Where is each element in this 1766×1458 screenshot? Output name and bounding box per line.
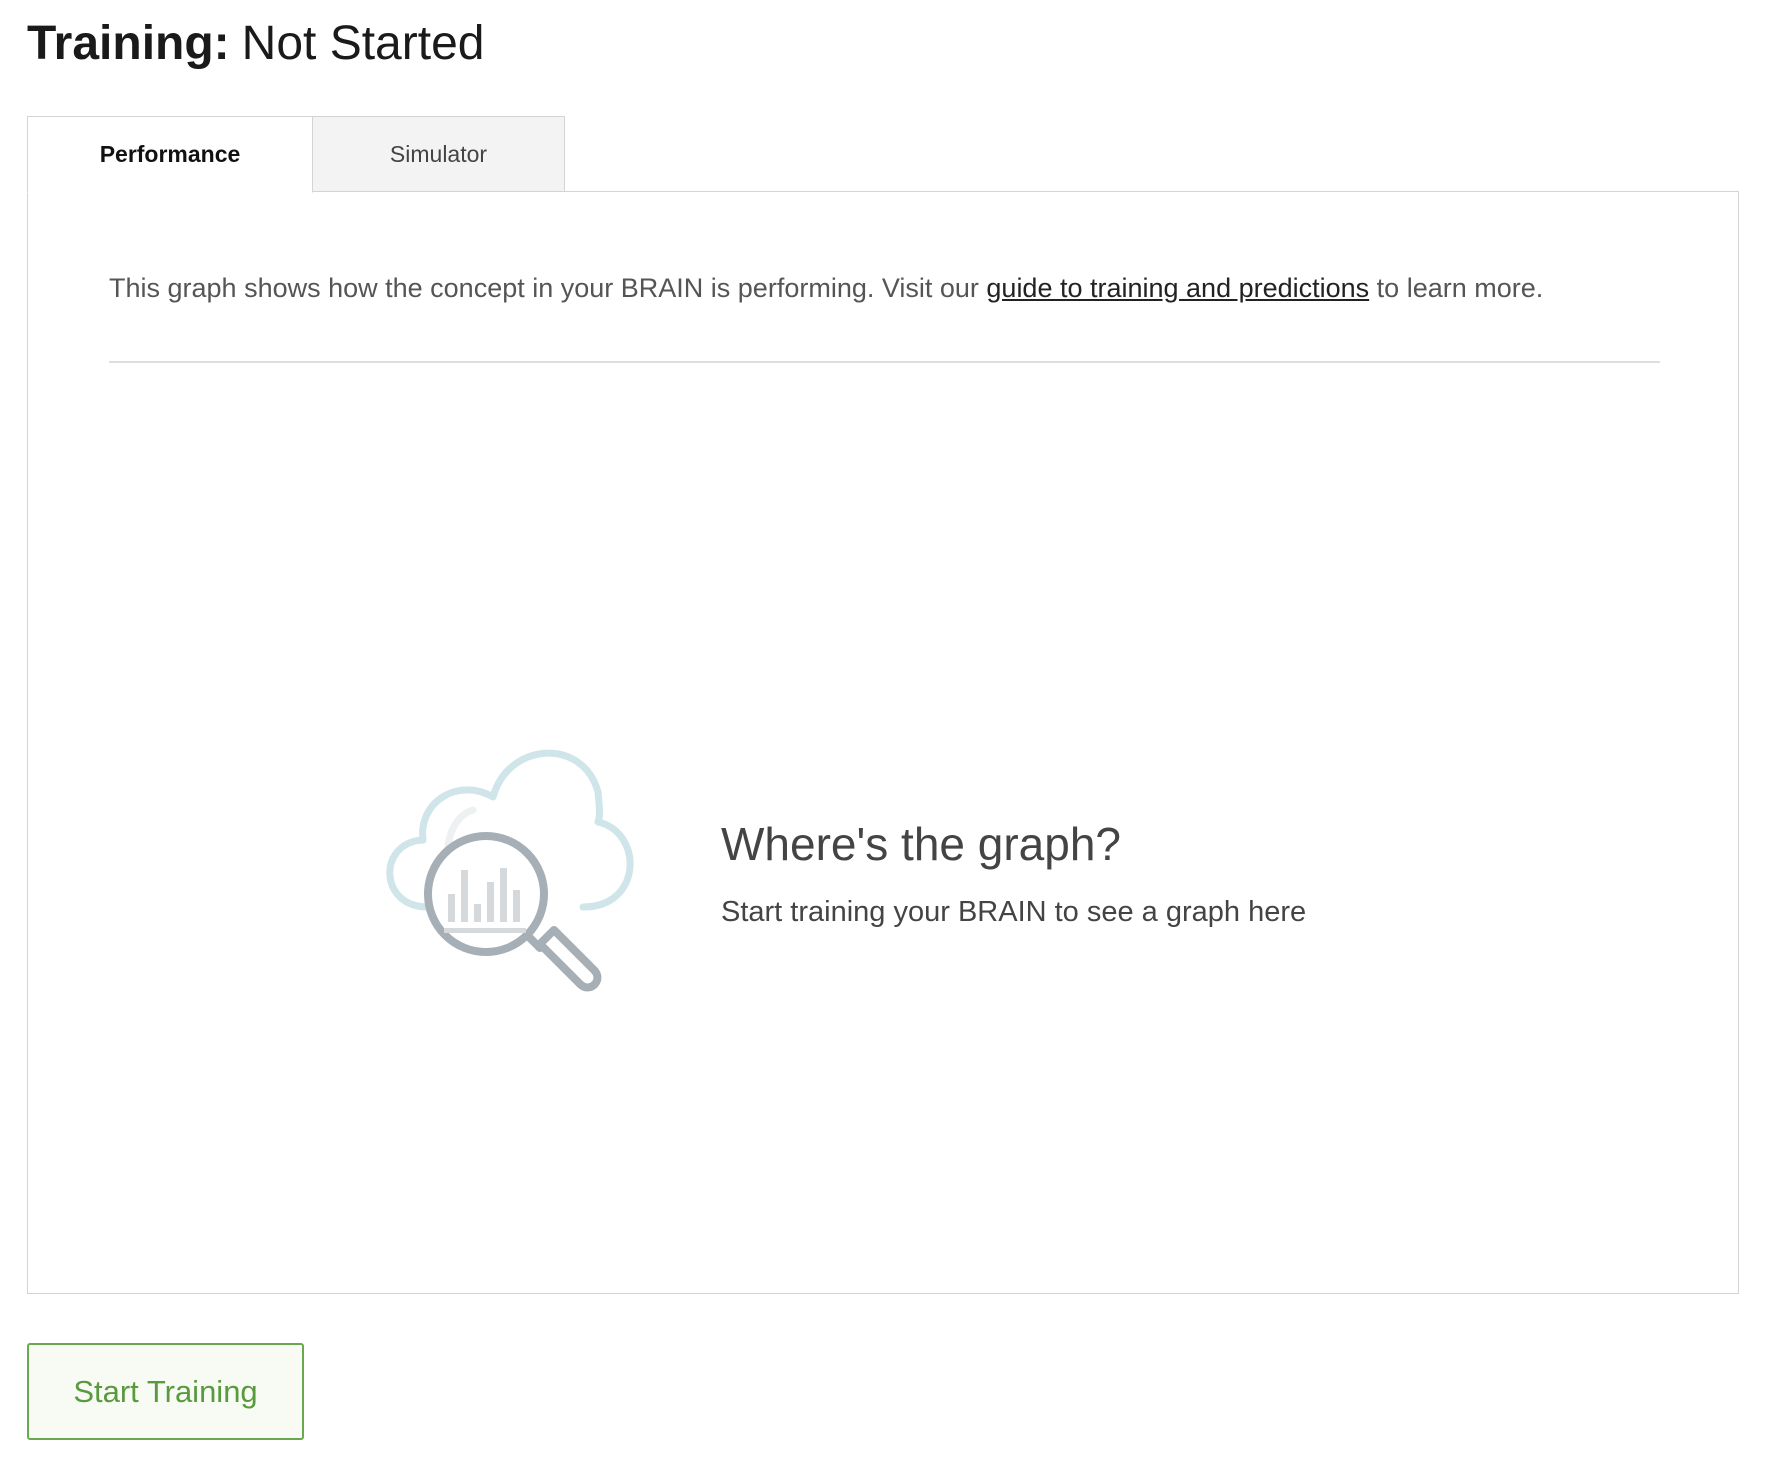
tab-performance[interactable]: Performance — [27, 116, 313, 193]
divider — [109, 361, 1660, 363]
cloud-magnifier-chart-icon — [386, 749, 634, 992]
empty-state-subtitle: Start training your BRAIN to see a graph… — [721, 896, 1307, 928]
chart-baseline — [444, 928, 526, 933]
training-page: Training: Not Started Performance Simulat… — [0, 0, 1766, 1458]
empty-state-title: Where's the graph? — [721, 818, 1122, 870]
tab-bar: Performance Simulator — [27, 116, 565, 193]
start-training-button[interactable]: Start Training — [27, 1343, 304, 1440]
intro-text: This graph shows how the concept in your… — [109, 270, 1669, 306]
title-label: Training: — [27, 17, 230, 70]
training-status: Not Started — [241, 17, 485, 70]
performance-panel: This graph shows how the concept in your… — [27, 191, 1739, 1294]
magnifier-handle — [536, 926, 602, 992]
tab-simulator[interactable]: Simulator — [313, 116, 565, 192]
intro-text-start: This graph shows how the concept in your… — [109, 273, 987, 303]
training-guide-link[interactable]: guide to training and predictions — [986, 273, 1369, 303]
page-title: Training: Not Started — [27, 14, 484, 74]
intro-text-end: to learn more. — [1369, 273, 1544, 303]
